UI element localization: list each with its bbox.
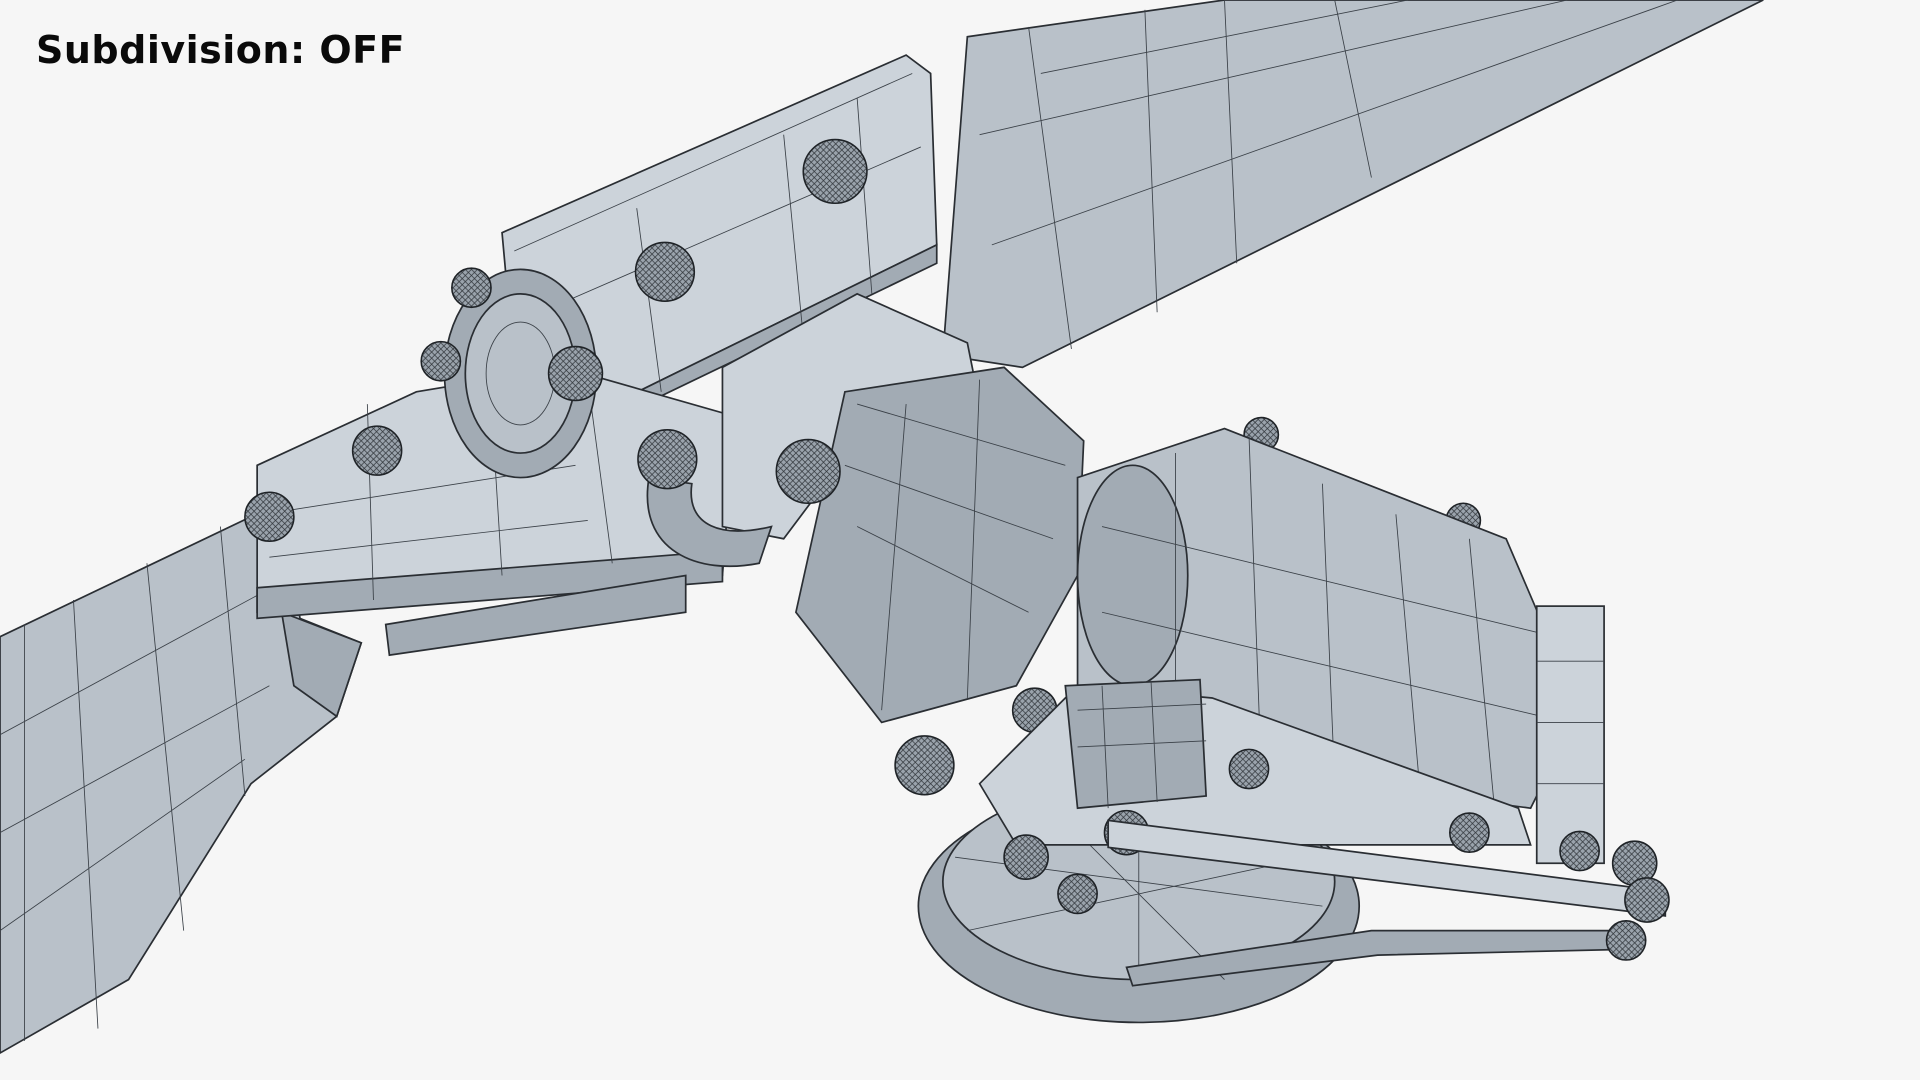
upper-rotor-blade xyxy=(941,0,1764,369)
wireframe-render-viewport xyxy=(0,0,1764,1055)
subdivision-status-label: Subdivision: OFF xyxy=(36,28,406,72)
